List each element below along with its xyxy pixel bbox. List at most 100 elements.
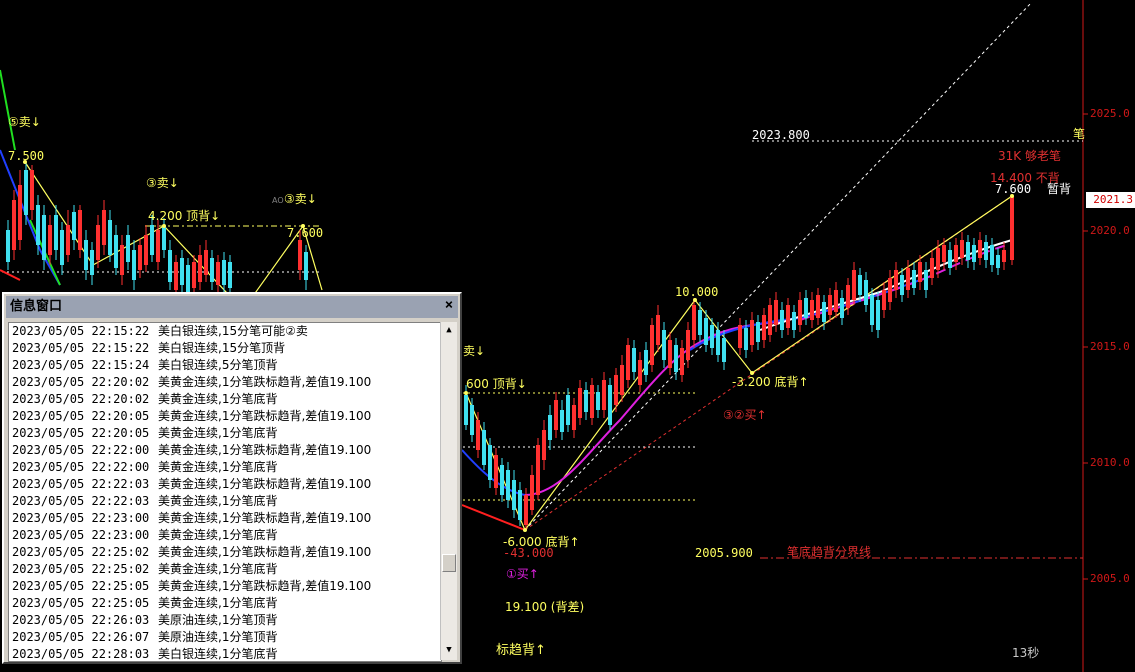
message-text: 美黄金连续,1分笔底背 <box>158 596 278 610</box>
candle <box>632 348 636 372</box>
list-item[interactable]: 2023/05/05 22:28:03 美白银连续,1分笔底背 <box>9 646 441 661</box>
candle <box>66 225 70 255</box>
signal-sell3: ③卖↓ <box>146 176 179 190</box>
message-time: 2023/05/05 22:28:03 <box>12 647 150 661</box>
candle <box>596 392 600 410</box>
message-text: 美黄金连续,1分笔跌标趋背,差值19.100 <box>158 409 372 423</box>
candle <box>828 295 832 315</box>
message-time: 2023/05/05 22:25:02 <box>12 562 150 576</box>
candle <box>144 235 148 265</box>
list-item[interactable]: 2023/05/05 22:25:05 美黄金连续,1分笔跌标趋背,差值19.10… <box>9 578 441 595</box>
candle <box>304 252 308 280</box>
message-time: 2023/05/05 22:20:05 <box>12 409 150 423</box>
list-item[interactable]: 2023/05/05 22:26:07 美原油连续,1分笔顶背 <box>9 629 441 646</box>
candle <box>858 275 862 295</box>
candle <box>852 270 856 300</box>
list-item[interactable]: 2023/05/05 22:23:00 美黄金连续,1分笔跌标趋背,差值19.10… <box>9 510 441 527</box>
scroll-up-icon[interactable]: ▲ <box>441 322 457 338</box>
candle <box>156 230 160 262</box>
message-time: 2023/05/05 22:22:00 <box>12 460 150 474</box>
candle <box>656 315 660 345</box>
signal-buy1: ①买↑ <box>506 567 539 581</box>
list-item[interactable]: 2023/05/05 22:20:05 美黄金连续,1分笔跌标趋背,差值19.10… <box>9 408 441 425</box>
candle <box>996 255 1000 268</box>
list-item[interactable]: 2023/05/05 22:15:24 美白银连续,5分笔顶背 <box>9 357 441 374</box>
message-time: 2023/05/05 22:15:22 <box>12 324 150 338</box>
message-time: 2023/05/05 22:25:05 <box>12 596 150 610</box>
pivot-dot <box>162 224 166 228</box>
list-item[interactable]: 2023/05/05 22:23:00 美黄金连续,1分笔底背 <box>9 527 441 544</box>
list-item[interactable]: 2023/05/05 22:20:02 美黄金连续,1分笔底背 <box>9 391 441 408</box>
candle <box>126 235 130 262</box>
scrollbar[interactable]: ▲ ▼ <box>440 322 457 660</box>
candle <box>744 328 748 350</box>
candle <box>608 385 612 425</box>
candle <box>900 275 904 295</box>
candle <box>6 230 10 262</box>
candle <box>948 250 952 268</box>
info-window-titlebar[interactable]: 信息窗口 <box>6 296 458 318</box>
candle <box>602 380 606 410</box>
list-item[interactable]: 2023/05/05 22:25:02 美黄金连续,1分笔跌标趋背,差值19.10… <box>9 544 441 561</box>
message-text: 美黄金连续,1分笔底背 <box>158 528 278 542</box>
message-time: 2023/05/05 22:20:05 <box>12 426 150 440</box>
info-window[interactable]: 信息窗口 × 2023/05/05 22:15:22 美白银连续,15分笔可能②卖… <box>2 292 462 664</box>
stroke-lines <box>465 195 1013 532</box>
candle <box>54 215 58 250</box>
list-item[interactable]: 2023/05/05 22:20:02 美黄金连续,1分笔跌标趋背,差值19.10… <box>9 374 441 391</box>
message-time: 2023/05/05 22:22:00 <box>12 443 150 457</box>
message-text: 美黄金连续,1分笔底背 <box>158 426 278 440</box>
candle <box>162 226 166 250</box>
candle <box>298 240 302 270</box>
message-text: 美黄金连续,1分笔跌标趋背,差值19.100 <box>158 443 372 457</box>
value-label: 10.000 <box>675 285 719 299</box>
list-item[interactable]: 2023/05/05 22:22:03 美黄金连续,1分笔跌标趋背,差值19.10… <box>9 476 441 493</box>
close-icon[interactable]: × <box>441 297 457 313</box>
candle <box>750 320 754 345</box>
list-item[interactable]: 2023/05/05 22:20:05 美黄金连续,1分笔底背 <box>9 425 441 442</box>
candle <box>882 290 886 310</box>
candle <box>96 225 100 260</box>
candle <box>864 280 868 305</box>
candle <box>680 348 684 375</box>
candle <box>930 258 934 278</box>
message-time: 2023/05/05 22:26:03 <box>12 613 150 627</box>
candle <box>590 385 594 418</box>
message-text: 美白银连续,1分笔底背 <box>158 647 278 661</box>
candle <box>704 318 708 345</box>
list-item[interactable]: 2023/05/05 22:15:22 美白银连续,15分笔可能②卖 <box>9 323 441 340</box>
candle <box>978 240 982 258</box>
list-item[interactable]: 2023/05/05 22:22:00 美黄金连续,1分笔底背 <box>9 459 441 476</box>
scroll-down-icon[interactable]: ▼ <box>441 642 457 658</box>
candle <box>216 262 220 285</box>
pause-divergence-label: 暂背 <box>1047 182 1072 196</box>
list-item[interactable]: 2023/05/05 22:22:00 美黄金连续,1分笔跌标趋背,差值19.10… <box>9 442 441 459</box>
list-item[interactable]: 2023/05/05 22:22:03 美黄金连续,1分笔底背 <box>9 493 441 510</box>
candle <box>42 215 46 260</box>
candle <box>114 235 118 268</box>
list-item[interactable]: 2023/05/05 22:25:02 美黄金连续,1分笔底背 <box>9 561 441 578</box>
candle <box>756 322 760 342</box>
list-item[interactable]: 2023/05/05 22:15:22 美白银连续,15分笔顶背 <box>9 340 441 357</box>
value-label: 7.600 <box>995 182 1032 196</box>
message-time: 2023/05/05 22:26:07 <box>12 630 150 644</box>
candle <box>942 245 946 262</box>
candle <box>786 305 790 328</box>
list-item[interactable]: 2023/05/05 22:26:03 美原油连续,1分笔顶背 <box>9 612 441 629</box>
candle <box>488 445 492 480</box>
message-text: 美白银连续,5分笔顶背 <box>158 358 278 372</box>
message-text: 美黄金连续,1分笔跌标趋背,差值19.100 <box>158 545 372 559</box>
pivot-dot <box>464 391 468 395</box>
trend-divergence-label: 标趋背↑ <box>496 643 546 658</box>
list-item[interactable]: 2023/05/05 22:25:05 美黄金连续,1分笔底背 <box>9 595 441 612</box>
edge-char: 笔 <box>1073 127 1086 141</box>
scroll-thumb[interactable] <box>442 554 456 572</box>
candle <box>906 268 910 290</box>
message-time: 2023/05/05 22:20:02 <box>12 392 150 406</box>
value-label: 2005.900 <box>695 546 753 560</box>
candle <box>674 345 678 372</box>
candle <box>554 400 558 430</box>
message-list[interactable]: 2023/05/05 22:15:22 美白银连续,15分笔可能②卖 2023/05… <box>8 322 442 662</box>
candle <box>650 325 654 365</box>
candle <box>506 470 510 500</box>
